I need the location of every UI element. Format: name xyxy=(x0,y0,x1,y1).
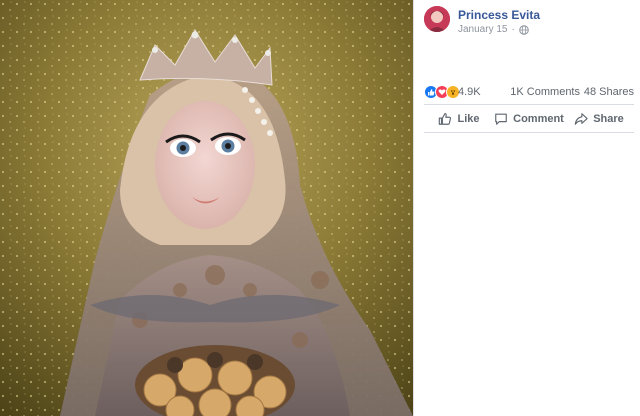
post-photo[interactable] xyxy=(0,0,413,416)
like-label: Like xyxy=(457,113,480,125)
share-label: Share xyxy=(593,113,624,125)
reaction-icons[interactable] xyxy=(424,85,460,99)
avatar-image xyxy=(424,6,450,32)
reaction-count[interactable]: 4.9K xyxy=(458,86,481,98)
comment-button[interactable]: Comment xyxy=(494,106,564,132)
post-meta: January 15 · xyxy=(458,24,529,35)
author-avatar[interactable] xyxy=(424,6,450,32)
comment-icon xyxy=(495,113,507,125)
thumbs-up-icon xyxy=(439,113,452,125)
bride-photo-image xyxy=(0,0,413,416)
dot-separator: · xyxy=(511,24,515,35)
post-sidebar: Princess Evita January 15 · 4.9K 1K Comm… xyxy=(413,0,640,416)
author-name[interactable]: Princess Evita xyxy=(458,8,540,22)
comment-count[interactable]: 1K Comments xyxy=(510,86,580,98)
share-button[interactable]: Share xyxy=(564,106,634,132)
post-actions: Like Comment Share xyxy=(424,106,634,132)
share-arrow-icon xyxy=(574,113,588,125)
divider-top xyxy=(424,104,634,105)
globe-icon xyxy=(519,24,529,35)
share-count[interactable]: 48 Shares xyxy=(584,86,634,98)
comment-label: Comment xyxy=(513,113,564,125)
divider-bottom xyxy=(424,132,634,133)
post-header: Princess Evita January 15 · xyxy=(424,6,634,36)
reactions-bar: 4.9K 1K Comments 48 Shares xyxy=(424,85,634,101)
like-button[interactable]: Like xyxy=(424,106,494,132)
post-date[interactable]: January 15 xyxy=(458,24,507,35)
